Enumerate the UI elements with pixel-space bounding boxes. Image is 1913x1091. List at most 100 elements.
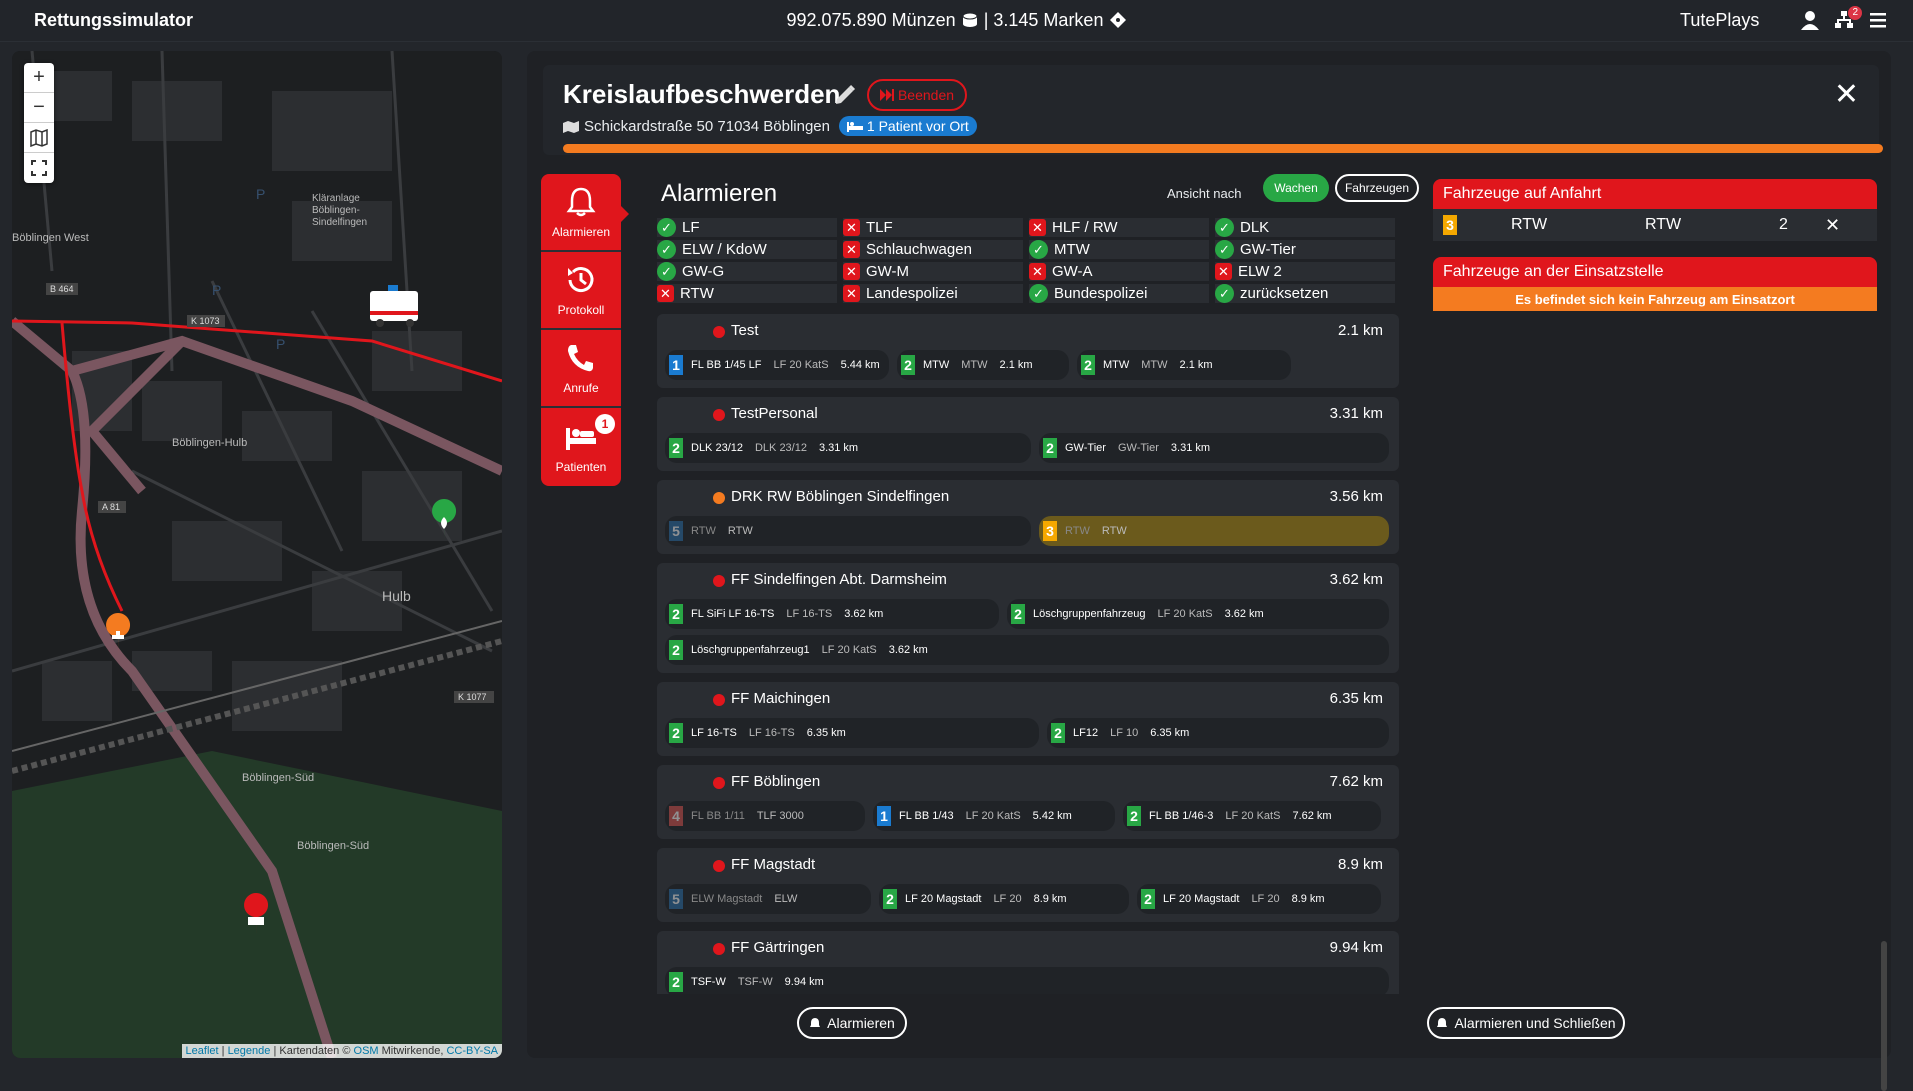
vehicle-distance: 6.35 km [806, 727, 846, 739]
station-header[interactable]: DRK RW Böblingen Sindelfingen 3.56 km [665, 488, 1391, 510]
station-card: FF Maichingen 6.35 km 2 LF 16-TS LF 16-TS 6.3… [657, 682, 1399, 756]
view-wachen-button[interactable]: Wachen [1263, 174, 1329, 202]
x-icon: ✕ [843, 219, 860, 236]
alarm-button[interactable]: Alarmieren [797, 1007, 907, 1039]
license-link[interactable]: CC-BY-SA [446, 1045, 498, 1057]
view-by-label: Ansicht nach [1167, 186, 1242, 201]
station-header[interactable]: FF Gärtringen 9.94 km [665, 939, 1391, 961]
patient-count: 1 Patient vor Ort [866, 118, 969, 134]
check-icon: ✓ [1215, 240, 1234, 259]
vehicle-type-toggle[interactable]: ✕ RTW [657, 284, 837, 303]
vehicle-button[interactable]: 2 MTW MTW 2.1 km [1077, 350, 1291, 380]
vehicle-button[interactable]: 3 RTW RTW [1039, 516, 1389, 546]
vehicle-button[interactable]: 2 TSF-W TSF-W 9.94 km [665, 967, 1389, 994]
vehicle-type-toggle[interactable]: ✓ zurücksetzen [1215, 284, 1395, 303]
vehicle-status: 1 [877, 806, 891, 826]
scrollbar[interactable] [1881, 941, 1887, 1091]
bell-icon [566, 187, 596, 217]
vehicle-type: TLF 3000 [756, 810, 804, 822]
vehicle-type-toggle[interactable]: ✓ GW-G [657, 262, 837, 281]
bell-icon [810, 1018, 821, 1027]
osm-link[interactable]: OSM [354, 1045, 379, 1057]
vehicle-button[interactable]: 2 LF 20 Magstadt LF 20 8.9 km [879, 884, 1129, 914]
vehicle-type-toggle[interactable]: ✓ LF [657, 218, 837, 237]
station-header[interactable]: FF Böblingen 7.62 km [665, 773, 1391, 795]
station-header[interactable]: Test 2.1 km [665, 322, 1391, 344]
vehicle-type-label: GW-A [1052, 263, 1093, 280]
vehicle-type: RTW [1101, 525, 1127, 537]
currency-separator: | [983, 10, 989, 30]
vehicle-type-toggle[interactable]: ✕ Landespolizei [843, 284, 1023, 303]
vehicle-type-toggle[interactable]: ✕ GW-M [843, 262, 1023, 281]
menu-icon[interactable] [1868, 10, 1888, 30]
x-icon: ✕ [843, 263, 860, 280]
remove-vehicle-icon[interactable]: ✕ [1825, 215, 1840, 236]
patient-count-badge[interactable]: 1 Patient vor Ort [839, 116, 977, 136]
vehicle-status: 2 [669, 640, 683, 660]
tab-anrufe[interactable]: Anrufe [541, 330, 621, 408]
station-list[interactable]: Test 2.1 km 1 FL BB 1/45 LF LF 20 KatS 5.44 k… [657, 314, 1399, 994]
alarm-and-close-button[interactable]: Alarmieren und Schließen [1427, 1007, 1625, 1039]
vehicle-type-toggle[interactable]: ✓ MTW [1029, 240, 1209, 259]
vehicle-button[interactable]: 1 FL BB 1/43 LF 20 KatS 5.42 km [873, 801, 1115, 831]
vehicle-type: RTW [727, 525, 753, 537]
station-name: Test [731, 322, 759, 339]
vehicle-type-toggle[interactable]: ✕ GW-A [1029, 262, 1209, 281]
vehicle-type-toggle[interactable]: ✕ TLF [843, 218, 1023, 237]
close-icon[interactable]: ✕ [1834, 77, 1859, 112]
approach-header: Fahrzeuge auf Anfahrt [1433, 179, 1877, 209]
vehicle-button[interactable]: 2 Löschgruppenfahrzeug LF 20 KatS 3.62 km [1007, 599, 1389, 629]
mission-progress [563, 144, 1883, 153]
user-icon[interactable] [1800, 10, 1820, 30]
vehicle-type-toggle[interactable]: ✕ Schlauchwagen [843, 240, 1023, 259]
vehicle-name: DLK 23/12 [691, 442, 743, 454]
map-canvas[interactable]: Böblingen West Kläranlage Böblingen- Sin… [12, 51, 502, 1058]
map[interactable]: Böblingen West Kläranlage Böblingen- Sin… [12, 51, 502, 1058]
vehicle-button[interactable]: 5 RTW RTW [665, 516, 1031, 546]
zoom-out-button[interactable]: − [24, 93, 54, 123]
map-label: Hulb [382, 588, 411, 604]
vehicle-row: 2 LF 16-TS LF 16-TS 6.35 km 2 LF12 LF 10 6.35 k… [665, 718, 1391, 748]
fullscreen-icon[interactable] [24, 153, 54, 183]
tab-patienten[interactable]: Patienten 1 [541, 408, 621, 486]
vehicle-button[interactable]: 2 FL SiFi LF 16-TS LF 16-TS 3.62 km [665, 599, 999, 629]
vehicle-type-toggle[interactable]: ✓ ELW / KdoW [657, 240, 837, 259]
vehicle-button[interactable]: 2 Löschgruppenfahrzeug1 LF 20 KatS 3.62 km [665, 635, 1389, 665]
vehicle-button[interactable]: 4 FL BB 1/11 TLF 3000 [665, 801, 865, 831]
vehicle-button[interactable]: 2 GW-Tier GW-Tier 3.31 km [1039, 433, 1389, 463]
username[interactable]: TutePlays [1680, 10, 1759, 31]
vehicle-type-toggle[interactable]: ✓ Bundespolizei [1029, 284, 1209, 303]
vehicle-type: MTW [961, 359, 988, 371]
vehicle-button[interactable]: 2 LF12 LF 10 6.35 km [1047, 718, 1389, 748]
legend-link[interactable]: Legende [228, 1045, 271, 1057]
zoom-in-button[interactable]: + [24, 63, 54, 93]
network-icon[interactable]: 2 [1834, 6, 1862, 30]
station-header[interactable]: FF Maichingen 6.35 km [665, 690, 1391, 712]
vehicle-button[interactable]: 2 DLK 23/12 DLK 23/12 3.31 km [665, 433, 1031, 463]
road-shield: K 1077 [458, 692, 487, 702]
vehicle-button[interactable]: 1 FL BB 1/45 LF LF 20 KatS 5.44 km [665, 350, 889, 380]
vehicle-type-toggle[interactable]: ✕ HLF / RW [1029, 218, 1209, 237]
tab-alarmieren[interactable]: Alarmieren [541, 174, 629, 252]
leaflet-link[interactable]: Leaflet [186, 1045, 219, 1057]
end-mission-button[interactable]: Beenden [867, 79, 967, 111]
ambulance-icon[interactable] [370, 285, 418, 327]
view-fahrzeuge-button[interactable]: Fahrzeugen [1335, 174, 1419, 202]
mission-panel: Kreislaufbeschwerden Beenden Schickardst… [527, 51, 1891, 1091]
vehicle-button[interactable]: 2 FL BB 1/46-3 LF 20 KatS 7.62 km [1123, 801, 1381, 831]
station-header[interactable]: FF Sindelfingen Abt. Darmsheim 3.62 km [665, 571, 1391, 593]
vehicle-type-toggle[interactable]: ✕ ELW 2 [1215, 262, 1395, 281]
vehicle-button[interactable]: 2 MTW MTW 2.1 km [897, 350, 1069, 380]
vehicle-type-toggle[interactable]: ✓ GW-Tier [1215, 240, 1395, 259]
tab-protokoll[interactable]: Protokoll [541, 252, 621, 330]
vehicle-button[interactable]: 5 ELW Magstadt ELW [665, 884, 871, 914]
station-header[interactable]: FF Magstadt 8.9 km [665, 856, 1391, 878]
marks-value: 3.145 Marken [993, 10, 1104, 30]
vehicle-type-toggle[interactable]: ✓ DLK [1215, 218, 1395, 237]
station-header[interactable]: TestPersonal 3.31 km [665, 405, 1391, 427]
alarm-title: Alarmieren [661, 180, 778, 207]
vehicle-button[interactable]: 2 LF 20 Magstadt LF 20 8.9 km [1137, 884, 1381, 914]
pencil-icon[interactable] [833, 83, 857, 107]
map-layers-icon[interactable] [24, 123, 54, 153]
vehicle-button[interactable]: 2 LF 16-TS LF 16-TS 6.35 km [665, 718, 1039, 748]
